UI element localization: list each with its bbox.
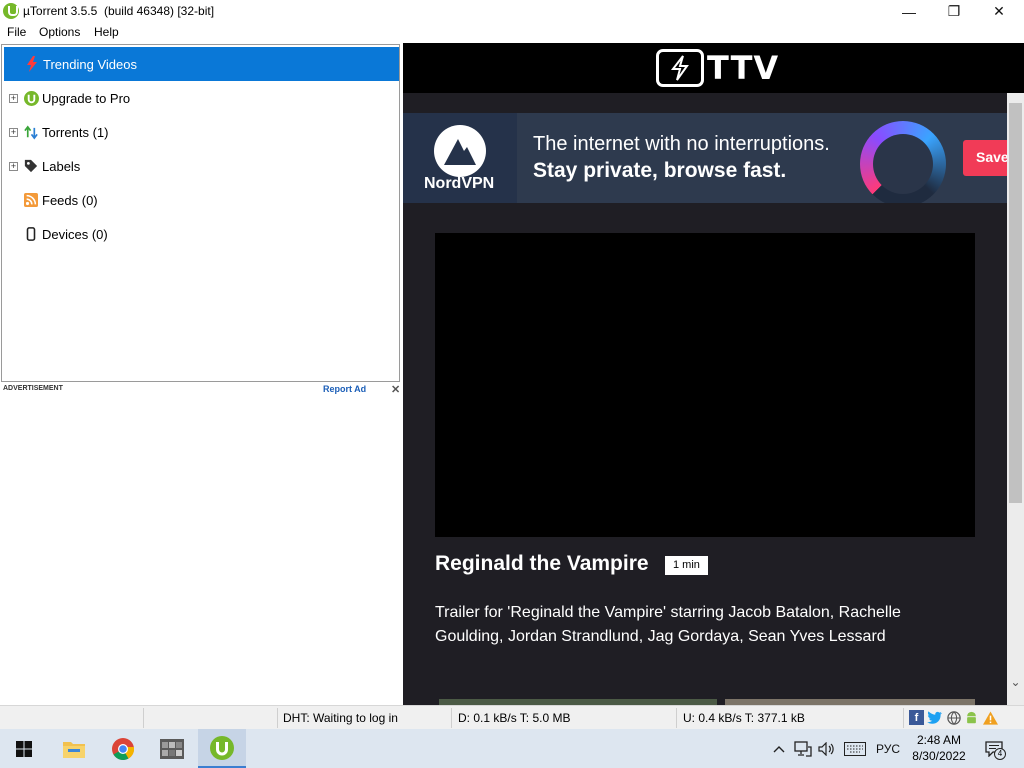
- trending-videos-pane: TTV NordVPN The internet with no interru…: [403, 43, 1024, 705]
- twitter-icon[interactable]: [927, 710, 942, 725]
- ad-header: ADVERTISEMENT Report Ad ✕: [0, 383, 402, 397]
- menu-file[interactable]: File: [7, 25, 26, 39]
- duration-badge: 1 min: [665, 556, 708, 575]
- save-button[interactable]: Save: [963, 140, 1007, 176]
- video-title[interactable]: Reginald the Vampire: [435, 552, 649, 576]
- start-button[interactable]: [0, 729, 48, 768]
- dht-status: DHT: Waiting to log in: [283, 711, 398, 725]
- close-ad-icon[interactable]: ✕: [391, 383, 400, 396]
- phone-icon: [23, 226, 39, 242]
- web-icon[interactable]: [946, 710, 961, 725]
- ttv-header: TTV: [403, 43, 1024, 93]
- utorrent-icon[interactable]: [198, 729, 246, 768]
- expand-toggle-icon[interactable]: +: [9, 93, 18, 103]
- android-icon[interactable]: [964, 710, 979, 725]
- utorrent-logo-icon: [23, 90, 39, 106]
- status-separator: [676, 708, 677, 728]
- menu-help[interactable]: Help: [94, 25, 119, 39]
- status-bar: DHT: Waiting to log in D: 0.1 kB/s T: 5.…: [0, 705, 1024, 729]
- volume-icon[interactable]: [816, 729, 838, 768]
- status-separator: [143, 708, 144, 728]
- network-icon[interactable]: [792, 729, 814, 768]
- close-button[interactable]: ✕: [976, 0, 1022, 23]
- ttv-logo-text: TTV: [707, 49, 780, 87]
- nordvpn-brand-text: NordVPN: [424, 175, 495, 192]
- scroll-down-icon[interactable]: ⌄: [1007, 675, 1024, 693]
- sidebar-item-torrents[interactable]: + Torrents (1): [2, 115, 399, 149]
- sidebar-item-devices[interactable]: Devices (0): [2, 217, 399, 251]
- report-ad-link[interactable]: Report Ad: [323, 384, 366, 394]
- sidebar-item-trending-videos[interactable]: Trending Videos: [4, 47, 399, 81]
- scrollbar-thumb[interactable]: [1009, 103, 1022, 503]
- banner-subheadline: Stay private, browse fast.: [533, 159, 787, 182]
- expand-toggle-icon[interactable]: +: [9, 161, 18, 171]
- sidebar-item-label: Feeds (0): [42, 192, 98, 208]
- file-explorer-icon[interactable]: [50, 729, 98, 768]
- minimize-button[interactable]: —: [886, 0, 932, 23]
- download-status[interactable]: D: 0.1 kB/s T: 5.0 MB: [458, 711, 571, 725]
- sidebar-item-label: Trending Videos: [43, 56, 137, 72]
- ad-content[interactable]: [0, 397, 402, 702]
- sidebar-item-label: Labels: [42, 158, 81, 174]
- notification-count-badge: 4: [994, 748, 1006, 760]
- banner-headline: The internet with no interruptions.: [533, 133, 830, 155]
- warning-icon[interactable]: [983, 710, 998, 725]
- sidebar-item-feeds[interactable]: Feeds (0): [2, 183, 399, 217]
- nordvpn-logo-icon: [434, 125, 486, 177]
- upload-status[interactable]: U: 0.4 kB/s T: 377.1 kB: [683, 711, 805, 725]
- status-separator: [277, 708, 278, 728]
- maximize-button[interactable]: ❐: [931, 0, 977, 23]
- ttv-logo-icon: [656, 49, 704, 87]
- video-player[interactable]: [435, 233, 975, 537]
- menu-bar: File Options Help: [0, 23, 1024, 43]
- clock-date[interactable]: 8/30/2022: [908, 749, 970, 763]
- sidebar-item-label: Devices (0): [42, 226, 108, 242]
- sidebar-item-labels[interactable]: + Labels: [2, 149, 399, 183]
- keyboard-icon[interactable]: [842, 729, 868, 768]
- window-title: µTorrent 3.5.5 (build 46348) [32-bit]: [23, 4, 215, 18]
- menu-options[interactable]: Options: [39, 25, 80, 39]
- status-separator: [903, 708, 904, 728]
- video-description: Trailer for 'Reginald the Vampire' starr…: [435, 604, 901, 645]
- show-hidden-icons-icon[interactable]: [770, 729, 788, 768]
- title-bar: µTorrent 3.5.5 (build 46348) [32-bit] — …: [0, 0, 1024, 23]
- ad-label: ADVERTISEMENT: [3, 385, 63, 392]
- sidebar-item-upgrade-to-pro[interactable]: + Upgrade to Pro: [2, 81, 399, 115]
- chrome-icon[interactable]: [99, 729, 147, 768]
- lightning-icon: [24, 56, 40, 72]
- windows-taskbar: РУС 2:48 AM 8/30/2022 4: [0, 729, 1024, 768]
- rss-icon: [23, 192, 39, 208]
- windows-logo-icon: [16, 740, 32, 757]
- language-indicator[interactable]: РУС: [874, 729, 902, 768]
- utorrent-app-icon: [3, 3, 19, 19]
- nordvpn-banner-ad[interactable]: NordVPN The internet with no interruptio…: [403, 113, 1007, 203]
- status-separator: [451, 708, 452, 728]
- media-app-icon[interactable]: [148, 729, 196, 768]
- clock-time[interactable]: 2:48 AM: [914, 733, 964, 747]
- facebook-icon[interactable]: f: [909, 710, 924, 725]
- speed-gauge-center: [873, 134, 933, 194]
- sidebar-item-label: Torrents (1): [42, 124, 109, 140]
- tag-icon: [23, 158, 39, 174]
- sidebar-item-label: Upgrade to Pro: [42, 90, 131, 106]
- category-sidebar: Trending Videos + Upgrade to Pro + Torre…: [1, 44, 400, 382]
- expand-toggle-icon[interactable]: +: [9, 127, 18, 137]
- up-down-arrows-icon: [23, 124, 39, 140]
